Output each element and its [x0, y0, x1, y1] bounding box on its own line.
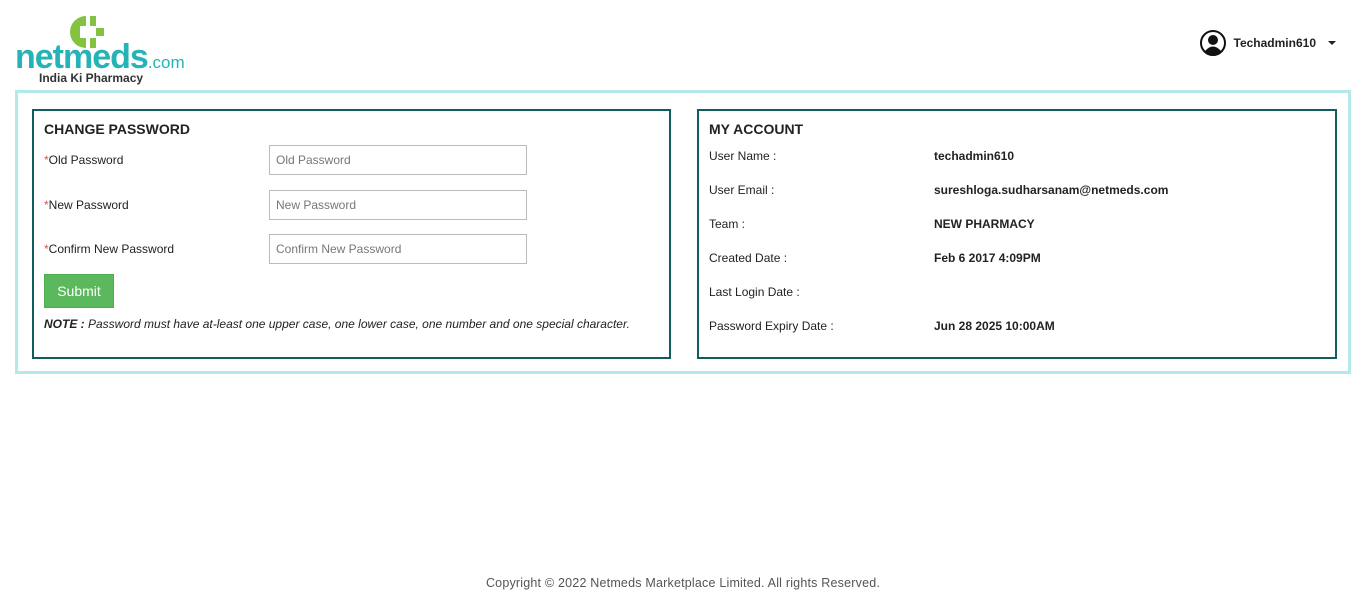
chevron-down-icon — [1328, 41, 1336, 45]
user-menu[interactable]: Techadmin610 — [1199, 30, 1336, 56]
user-name: Techadmin610 — [1233, 36, 1316, 50]
account-row-expiry: Password Expiry Date : Jun 28 2025 10:00A… — [709, 319, 1055, 333]
my-account-panel: MY ACCOUNT User Name : techadmin610 User … — [697, 109, 1337, 359]
old-password-label: *Old Password — [44, 153, 124, 167]
footer-copyright: Copyright © 2022 Netmeds Marketplace Lim… — [485, 576, 881, 590]
change-password-title: CHANGE PASSWORD — [44, 121, 190, 137]
submit-button[interactable]: Submit — [44, 274, 114, 308]
new-password-label: *New Password — [44, 198, 129, 212]
confirm-password-row: *Confirm New Password — [44, 234, 527, 264]
logo-tagline: India Ki Pharmacy — [39, 71, 144, 85]
my-account-title: MY ACCOUNT — [709, 121, 804, 137]
user-avatar-icon — [1199, 30, 1226, 56]
netmeds-logo[interactable]: netmeds.com India Ki Pharmacy — [15, 14, 185, 86]
old-password-input[interactable] — [269, 145, 527, 175]
old-password-row: *Old Password — [44, 145, 527, 175]
account-row-team: Team : NEW PHARMACY — [709, 217, 1035, 231]
change-password-panel: CHANGE PASSWORD *Old Password *New Passw… — [32, 109, 671, 359]
account-row-last-login: Last Login Date : — [709, 285, 800, 299]
account-row-username: User Name : techadmin610 — [709, 149, 1015, 163]
account-row-email: User Email : sureshloga.sudharsanam@netme… — [709, 183, 1169, 197]
new-password-row: *New Password — [44, 190, 527, 220]
password-note: NOTE : Password must have at-least one u… — [44, 317, 630, 331]
confirm-password-input[interactable] — [269, 234, 527, 264]
account-row-created: Created Date : Feb 6 2017 4:09PM — [709, 251, 1041, 265]
content-container: CHANGE PASSWORD *Old Password *New Passw… — [15, 90, 1351, 374]
confirm-password-label: *Confirm New Password — [44, 242, 175, 256]
new-password-input[interactable] — [269, 190, 527, 220]
